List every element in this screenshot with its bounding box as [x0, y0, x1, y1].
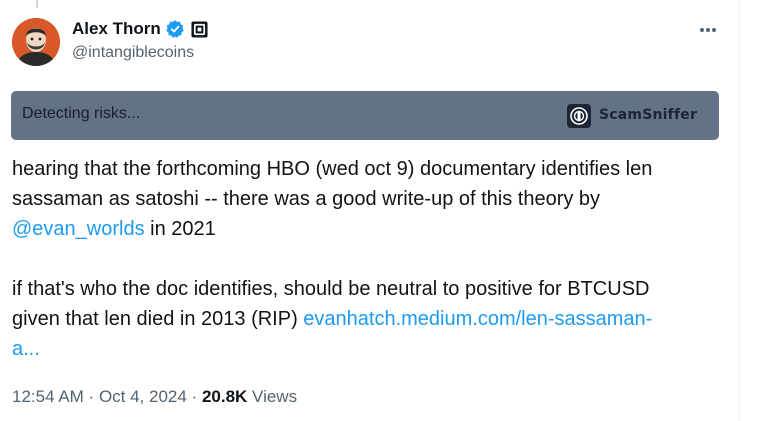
verified-badge-icon[interactable] [165, 19, 185, 39]
more-options-icon[interactable] [696, 20, 720, 40]
more-dot [712, 28, 716, 32]
meta-separator: · [186, 387, 202, 406]
tweet-metadata: 12:54 AM · Oct 4, 2024 · 20.8K Views [12, 387, 297, 407]
mention-link[interactable]: @evan_worlds [12, 218, 145, 240]
avatar-portrait-icon [12, 18, 60, 66]
tweet-line: if that's who the doc identifies, should… [12, 278, 650, 300]
meta-separator: · [83, 387, 99, 406]
scamsniffer-brand-name: ScamSniffer [599, 107, 698, 123]
avatar[interactable] [12, 18, 60, 66]
tweet-date[interactable]: Oct 4, 2024 [99, 387, 187, 406]
tweet-body: hearing that the forthcoming HBO (wed oc… [12, 154, 724, 364]
views-count[interactable]: 20.8K [202, 387, 247, 406]
affiliation-badge-icon[interactable] [191, 20, 208, 38]
more-dot [706, 28, 710, 32]
scamsniffer-risk-banner: Detecting risks... ScamSniffer [11, 91, 719, 140]
tweet-text-segment: in 2021 [144, 218, 216, 240]
tweet-line: a... [12, 334, 724, 364]
column-border [739, 0, 740, 421]
scamsniffer-logo-icon [567, 104, 591, 128]
tweet-text-segment: sassaman as satoshi -- there was a good … [12, 188, 601, 210]
author-display-name[interactable]: Alex Thorn [72, 19, 161, 39]
tweet-line: given that len died in 2013 (RIP) evanha… [12, 304, 724, 334]
tweet-line: hearing that the forthcoming HBO (wed oc… [12, 158, 653, 180]
more-dot [700, 28, 704, 32]
external-link[interactable]: evanhatch.medium.com/len-sassaman- [303, 308, 652, 330]
tweet-text-segment: given that len died in 2013 (RIP) [12, 308, 304, 330]
author-handle[interactable]: @intangiblecoins [72, 44, 194, 62]
tweet-line: sassaman as satoshi -- there was a good … [12, 184, 724, 214]
external-link-continued[interactable]: a... [12, 338, 40, 360]
views-label: Views [247, 387, 298, 406]
thread-connector-line [36, 0, 38, 8]
risk-status-text: Detecting risks... [22, 105, 141, 122]
tweet-time[interactable]: 12:54 AM [12, 387, 84, 406]
author-name-row: Alex Thorn [72, 18, 208, 40]
tweet-line: @evan_worlds in 2021 [12, 214, 724, 244]
